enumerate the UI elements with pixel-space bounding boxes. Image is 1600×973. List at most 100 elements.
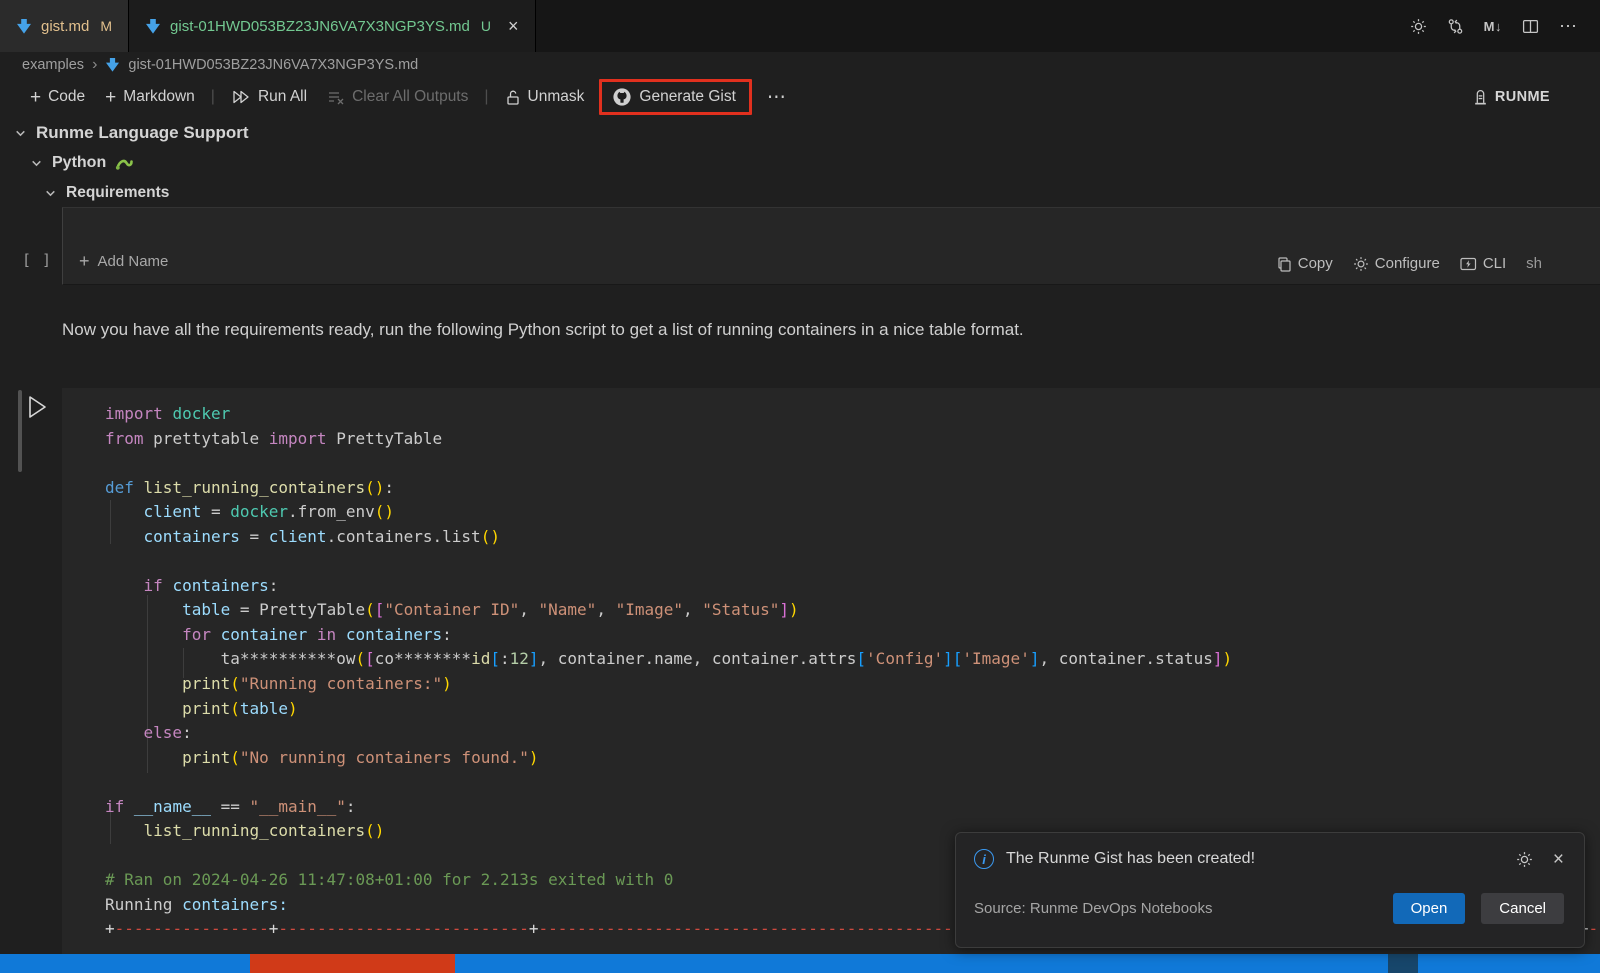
status-bar[interactable]: [0, 954, 1600, 973]
cli-button[interactable]: CLI: [1460, 255, 1506, 272]
execution-order-label: [ ]: [22, 251, 52, 269]
runme-file-icon: [16, 19, 32, 34]
heading-requirements[interactable]: Requirements: [0, 178, 900, 208]
code-line: if __name__ == "__main__":: [105, 795, 1600, 820]
heading-runme-language-support[interactable]: Runme Language Support: [0, 118, 900, 148]
add-code-cell-button[interactable]: + Code: [20, 83, 95, 112]
runme-file-icon: [105, 58, 120, 72]
runme-kernel-icon: [1473, 89, 1488, 106]
code-line: table = PrettyTable(["Container ID", "Na…: [105, 598, 1600, 623]
cell-focus-bar[interactable]: [18, 390, 22, 472]
close-notification-icon[interactable]: ×: [1553, 850, 1564, 869]
status-bar-dark-segment[interactable]: [1388, 954, 1418, 973]
gear-icon: [1353, 256, 1369, 272]
breadcrumb: examples › gist-01HWD053BZ23JN6VA7X3NGP3…: [0, 52, 1600, 78]
code-line: import docker: [105, 402, 1600, 427]
tab-gist-md[interactable]: gist.md M: [0, 0, 129, 52]
add-markdown-label: Markdown: [123, 88, 195, 106]
code-line: containers = client.containers.list(): [105, 525, 1600, 550]
cell-panel: + Add Name Copy Configure CLI sh: [62, 207, 1600, 285]
tab-gist-generated-md[interactable]: gist-01HWD053BZ23JN6VA7X3NGP3YS.md U ×: [129, 0, 536, 52]
toast-footer: Source: Runme DevOps Notebooks Open Canc…: [974, 893, 1564, 924]
cli-label: CLI: [1483, 255, 1506, 272]
breadcrumb-folder[interactable]: examples: [22, 57, 84, 73]
code-line: [105, 770, 1600, 795]
heading-python[interactable]: Python: [0, 148, 900, 178]
add-name-button[interactable]: + Add Name: [79, 251, 168, 272]
notification-toast: i The Runme Gist has been created! × Sou…: [955, 832, 1585, 948]
notification-settings-gear-icon[interactable]: [1516, 851, 1533, 868]
kernel-label: RUNME: [1495, 89, 1550, 105]
plus-icon: +: [105, 88, 116, 107]
notebook-toolbar: + Code + Markdown | Run All Clear All Ou…: [0, 76, 1600, 118]
toast-message: The Runme Gist has been created!: [1006, 850, 1255, 868]
run-all-label: Run All: [258, 88, 307, 106]
generate-gist-button[interactable]: Generate Gist: [599, 79, 752, 115]
chevron-down-icon: [14, 127, 27, 140]
copy-icon: [1276, 256, 1292, 272]
chevron-down-icon: [44, 187, 57, 200]
github-octocat-icon: [612, 87, 632, 107]
code-line: ta**********ow([co********id[:12], conta…: [105, 647, 1600, 672]
breadcrumb-file[interactable]: gist-01HWD053BZ23JN6VA7X3NGP3YS.md: [128, 57, 418, 73]
cell-fragment: [ ] + Add Name Copy Configure CLI: [0, 207, 1600, 285]
toolbar-more-icon[interactable]: ⋯: [767, 86, 787, 109]
run-cell-button[interactable]: [26, 394, 48, 420]
open-button[interactable]: Open: [1393, 893, 1466, 924]
run-all-button[interactable]: Run All: [221, 83, 317, 111]
document-outline: Runme Language Support Python Requiremen…: [0, 118, 900, 208]
chevron-down-icon: [30, 157, 43, 170]
configure-label: Configure: [1375, 255, 1440, 272]
settings-gear-icon[interactable]: [1410, 18, 1427, 35]
code-line: if containers:: [105, 574, 1600, 599]
runme-file-icon: [145, 19, 161, 34]
copy-label: Copy: [1298, 255, 1333, 272]
split-editor-icon[interactable]: [1522, 18, 1539, 35]
code-line: for container in containers:: [105, 623, 1600, 648]
close-tab-icon[interactable]: ×: [508, 17, 519, 35]
cell-actions: Copy Configure CLI sh: [1276, 255, 1542, 272]
play-icon: [26, 394, 48, 420]
code-line: [105, 549, 1600, 574]
modified-badge: M: [100, 18, 112, 34]
clear-all-outputs-button[interactable]: Clear All Outputs: [317, 83, 478, 111]
unmask-button[interactable]: Unmask: [495, 83, 595, 111]
code-line: [105, 451, 1600, 476]
editor-tab-bar: gist.md M gist-01HWD053BZ23JN6VA7X3NGP3Y…: [0, 0, 1600, 52]
markdown-preview-icon[interactable]: M↓: [1484, 19, 1502, 34]
copy-button[interactable]: Copy: [1276, 255, 1333, 272]
code-line: client = docker.from_env(): [105, 500, 1600, 525]
run-all-icon: [231, 89, 251, 105]
info-icon: i: [974, 849, 994, 869]
add-name-label: Add Name: [98, 253, 169, 270]
generate-gist-label: Generate Gist: [639, 88, 736, 106]
plus-icon: +: [79, 251, 90, 272]
more-actions-icon[interactable]: ⋯: [1559, 16, 1578, 37]
cancel-button[interactable]: Cancel: [1481, 893, 1564, 924]
code-line: else:: [105, 721, 1600, 746]
toast-header: i The Runme Gist has been created! ×: [974, 849, 1564, 869]
configure-button[interactable]: Configure: [1353, 255, 1440, 272]
breadcrumb-separator: ›: [92, 56, 97, 74]
kernel-picker[interactable]: RUNME: [1473, 89, 1550, 106]
unmask-label: Unmask: [528, 88, 585, 106]
code-line: print("No running containers found."): [105, 746, 1600, 771]
tab-title: gist.md: [41, 18, 89, 35]
plus-icon: +: [30, 88, 41, 107]
clear-outputs-icon: [327, 89, 345, 105]
editor-actions: M↓ ⋯: [1410, 0, 1600, 52]
snake-emoji-icon: [115, 156, 134, 171]
heading-label: Requirements: [66, 184, 169, 202]
vscode-window: gist.md M gist-01HWD053BZ23JN6VA7X3NGP3Y…: [0, 0, 1600, 973]
toolbar-divider: |: [484, 88, 488, 106]
git-compare-icon[interactable]: [1447, 18, 1464, 35]
toolbar-divider: |: [211, 88, 215, 106]
add-markdown-cell-button[interactable]: + Markdown: [95, 83, 205, 112]
heading-label: Python: [52, 154, 106, 172]
code-line: print("Running containers:"): [105, 672, 1600, 697]
tab-title: gist-01HWD053BZ23JN6VA7X3NGP3YS.md: [170, 18, 470, 35]
status-bar-red-segment[interactable]: [250, 954, 455, 973]
add-code-label: Code: [48, 88, 85, 106]
language-mode-label[interactable]: sh: [1526, 255, 1542, 272]
markdown-paragraph: Now you have all the requirements ready,…: [62, 320, 1462, 340]
